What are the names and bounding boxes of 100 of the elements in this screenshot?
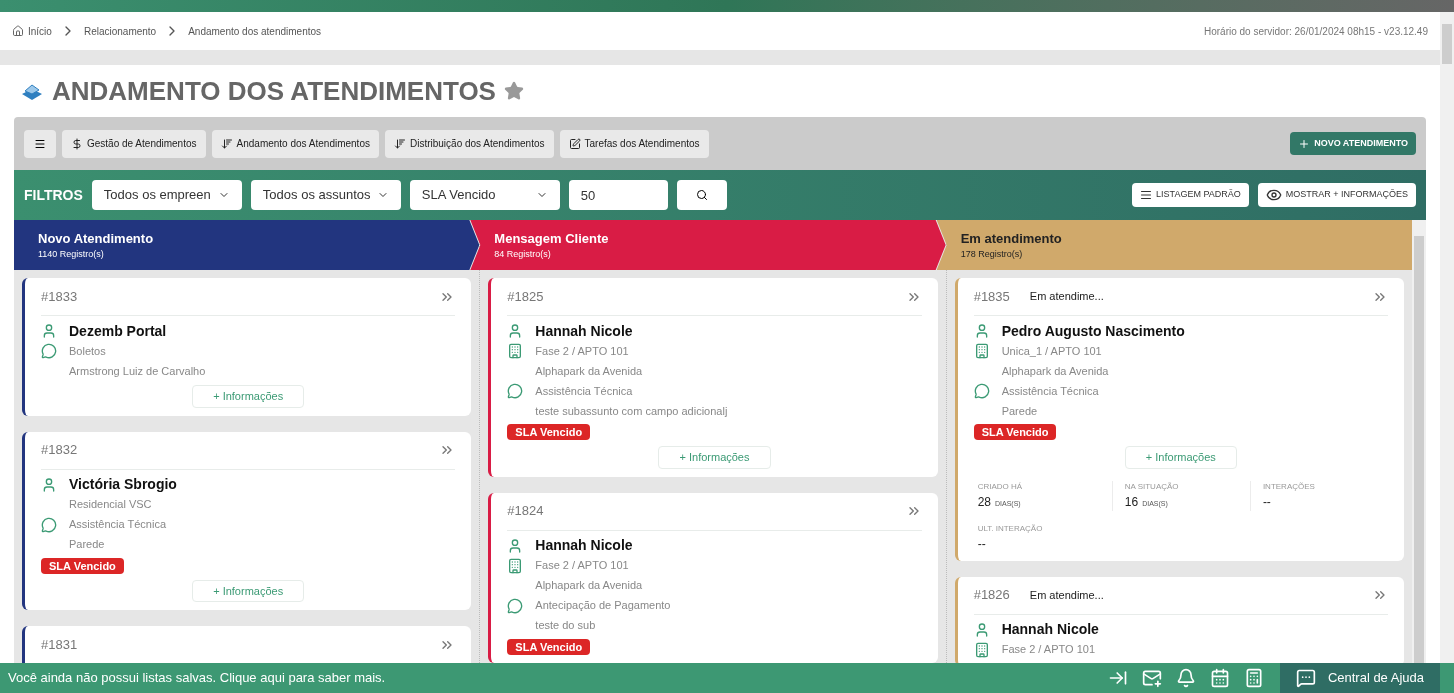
client-name: Victória Sbrogio	[69, 475, 177, 494]
page-title: ANDAMENTO DOS ATENDIMENTOS	[52, 74, 496, 108]
ticket-detail: Alphapark da Avenida	[535, 578, 643, 594]
ticket-number: #1831	[41, 635, 78, 654]
ticket-detail: Fase 2 / APTO 101	[535, 343, 629, 359]
ticket-detail: Armstrong Luiz de Carvalho	[69, 363, 206, 379]
search-icon	[695, 189, 708, 201]
mail-icon[interactable]	[1141, 668, 1162, 688]
ticket-detail: Assistência Técnica	[535, 383, 633, 399]
edit-icon	[568, 137, 581, 150]
stat-label: NA SITUAÇÃO	[1124, 480, 1180, 493]
home-icon	[12, 25, 24, 37]
stat-value: 28	[977, 493, 991, 511]
chat-icon	[507, 597, 524, 614]
filter-action-button[interactable]: LISTAGEM PADRÃO	[1132, 183, 1249, 207]
ticket-detail: Parede	[1001, 403, 1038, 419]
favorite-star-icon[interactable]	[503, 81, 524, 101]
more-info-button[interactable]: + Informações	[1124, 446, 1237, 469]
person-icon	[41, 323, 57, 339]
more-info-button[interactable]: + Informações	[192, 385, 305, 408]
sla-badge: SLA Vencido	[973, 424, 1057, 440]
ticket-detail: Residencial VSC	[69, 497, 152, 513]
column-count: 84 Registro(s)	[494, 248, 552, 261]
client-name: Dezemb Portal	[69, 321, 167, 341]
toolbar-tab[interactable]: Andamento dos Atendimentos	[211, 129, 379, 158]
menu-icon	[34, 137, 46, 150]
calendar-icon[interactable]	[1209, 668, 1230, 688]
chat-bubble-icon	[1295, 668, 1316, 688]
column-count: 1140 Registro(s)	[38, 248, 105, 261]
building-icon	[973, 641, 990, 658]
client-name: Pedro Augusto Nascimento	[1001, 321, 1185, 341]
sla-badge: SLA Vencido	[507, 424, 591, 440]
limit-field[interactable]: 50	[568, 180, 668, 210]
search-button[interactable]	[676, 180, 727, 210]
ticket-detail: Assistência Técnica	[1001, 383, 1099, 399]
notification-icon[interactable]	[1175, 668, 1196, 688]
help-center-button[interactable]: Central de Ajuda	[1279, 663, 1440, 693]
column-title: Novo Atendimento	[38, 229, 155, 248]
building-icon	[973, 343, 990, 359]
ticket-status: Em atendime...	[1029, 289, 1104, 305]
scrollbar[interactable]	[1412, 220, 1426, 663]
client-name: Hannah Nicole	[535, 321, 633, 341]
ticket-detail: Fase 2 / APTO 101	[535, 558, 629, 574]
filter-label: FILTROS	[24, 185, 83, 205]
ticket-number: #1826	[973, 586, 1010, 605]
ticket-detail: Antecipação de Pagamento	[535, 598, 671, 614]
building-icon	[507, 343, 524, 359]
toolbar-tab[interactable]: Tarefas dos Atendimentos	[559, 129, 709, 158]
column-title: Mensagem Cliente	[494, 229, 610, 248]
sla-badge: SLA Vencido	[41, 557, 124, 574]
filter-action-button[interactable]: MOSTRAR + INFORMAÇÕES	[1257, 183, 1416, 207]
ticket-detail: Fase 2 / APTO 101	[1001, 642, 1095, 658]
breadcrumb-link[interactable]: Relacionamento	[83, 23, 157, 39]
client-name: Hannah Nicole	[535, 536, 633, 555]
stat-value: --	[977, 535, 986, 553]
ticket-detail: Assistência Técnica	[69, 517, 166, 533]
breadcrumb-link[interactable]: Início	[28, 23, 52, 39]
sort-icon	[220, 137, 233, 150]
chat-icon	[41, 343, 57, 359]
server-time: Horário do servidor: 26/01/2024 08h15 - v23.12.49	[1203, 24, 1428, 39]
ticket-detail: teste subassunto com campo adicionalj	[535, 403, 728, 419]
filter-select[interactable]: SLA Vencido	[409, 180, 560, 210]
ticket-number: #1833	[41, 287, 78, 306]
ticket-number: #1825	[507, 287, 544, 306]
page-scrollbar[interactable]	[1440, 12, 1454, 663]
stat-label: ULT. INTERAÇÃO	[977, 522, 1044, 535]
ticket-number: #1835	[973, 287, 1010, 306]
ticket-detail: Alphapark da Avenida	[1001, 363, 1109, 379]
menu-button[interactable]	[24, 129, 56, 158]
stat-value: 16	[1124, 493, 1139, 511]
person-icon	[41, 476, 57, 493]
more-info-button[interactable]: + Informações	[658, 446, 771, 469]
collapse-icon[interactable]	[1107, 668, 1128, 688]
saved-lists-link[interactable]: Você ainda não possui listas salvas. Clique aqui para saber mais.	[8, 668, 386, 688]
chat-icon	[41, 516, 57, 533]
eye-icon	[1265, 187, 1282, 203]
toolbar-tab[interactable]: Gestão de Atendimentos	[62, 129, 206, 158]
filter-select[interactable]: Todos os assuntos	[250, 180, 401, 210]
column-count: 178 Registro(s)	[960, 248, 1024, 261]
sort-icon	[393, 137, 406, 150]
stat-label: CRIADO HÁ	[977, 480, 1024, 493]
dollar-icon	[71, 137, 83, 150]
ticket-detail: Alphapark da Avenida	[535, 363, 643, 379]
ticket-number: #1824	[507, 502, 544, 521]
plus-icon	[1298, 137, 1311, 150]
chat-icon	[973, 383, 990, 399]
ticket-detail: Parede	[69, 537, 105, 553]
new-ticket-button[interactable]: NOVO ATENDIMENTO	[1290, 132, 1416, 155]
list-icon	[1140, 189, 1153, 201]
filter-select[interactable]: Todos os empreen	[91, 180, 242, 210]
ticket-status: Em atendime...	[1029, 587, 1104, 603]
ticket-detail: teste do sub	[535, 618, 596, 634]
building-icon	[507, 557, 524, 574]
more-info-button[interactable]: + Informações	[192, 579, 305, 602]
toolbar-tab[interactable]: Distribuição dos Atendimentos	[384, 129, 554, 158]
sla-badge: SLA Vencido	[507, 638, 591, 655]
ticket-number: #1832	[41, 441, 78, 460]
chat-icon	[507, 383, 524, 399]
breadcrumb-link[interactable]: Andamento dos atendimentos	[188, 23, 322, 39]
client-name: Hannah Nicole	[1001, 620, 1099, 639]
